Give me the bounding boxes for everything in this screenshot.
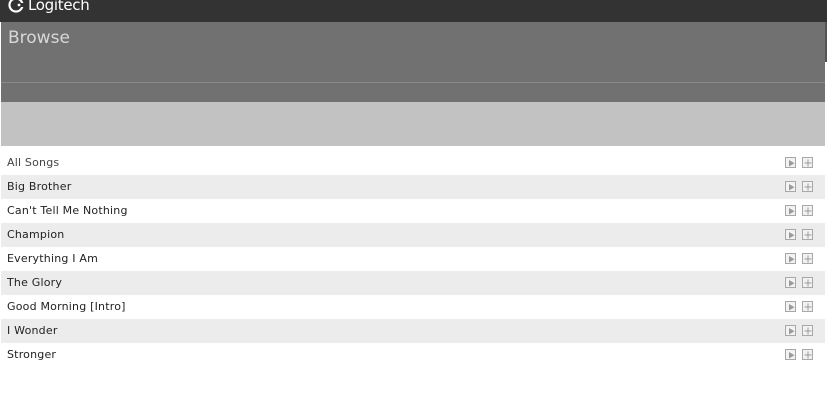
list-item[interactable]: Big Brother [1, 175, 825, 199]
song-label: Stronger [7, 348, 57, 361]
add-button[interactable] [802, 181, 813, 192]
add-button[interactable] [802, 325, 813, 336]
plus-icon [804, 159, 812, 167]
brand-name: Logitech [28, 0, 90, 14]
song-label: Champion [7, 228, 65, 241]
list-item[interactable]: All Songs [1, 151, 825, 175]
add-button[interactable] [802, 205, 813, 216]
top-bar: Logitech [0, 0, 827, 22]
song-label: All Songs [7, 156, 60, 169]
page-title: Browse [8, 28, 70, 48]
play-button[interactable] [785, 157, 796, 168]
play-button[interactable] [785, 181, 796, 192]
list-item[interactable]: Can't Tell Me Nothing [1, 199, 825, 223]
toolbar-band [1, 102, 825, 146]
plus-icon [804, 231, 812, 239]
play-icon [789, 208, 795, 215]
song-label: Everything I Am [7, 252, 99, 265]
play-button[interactable] [785, 229, 796, 240]
plus-icon [804, 279, 812, 287]
play-icon [789, 232, 795, 239]
song-label: I Wonder [7, 324, 58, 337]
plus-icon [804, 183, 812, 191]
add-button[interactable] [802, 229, 813, 240]
list-item[interactable]: Stronger [1, 343, 825, 367]
play-icon [789, 352, 795, 359]
plus-icon [804, 255, 812, 263]
plus-icon [804, 303, 812, 311]
play-icon [789, 304, 795, 311]
add-button[interactable] [802, 301, 813, 312]
play-icon [789, 256, 795, 263]
song-label: Big Brother [7, 180, 72, 193]
play-button[interactable] [785, 277, 796, 288]
play-icon [789, 184, 795, 191]
play-button[interactable] [785, 205, 796, 216]
header-divider [1, 82, 825, 83]
play-icon [789, 328, 795, 335]
plus-icon [804, 207, 812, 215]
add-button[interactable] [802, 277, 813, 288]
browse-header-panel: Browse [1, 22, 827, 102]
song-label: Can't Tell Me Nothing [7, 204, 128, 217]
add-button[interactable] [802, 349, 813, 360]
play-button[interactable] [785, 301, 796, 312]
play-icon [789, 280, 795, 287]
song-list: All Songs Big Brother Can't Tell Me Nothin… [1, 151, 825, 367]
list-item[interactable]: The Glory [1, 271, 825, 295]
plus-icon [804, 327, 812, 335]
list-item[interactable]: Everything I Am [1, 247, 825, 271]
play-button[interactable] [785, 325, 796, 336]
list-item[interactable]: Good Morning [Intro] [1, 295, 825, 319]
play-button[interactable] [785, 253, 796, 264]
add-button[interactable] [802, 253, 813, 264]
list-item[interactable]: I Wonder [1, 319, 825, 343]
list-item[interactable]: Champion [1, 223, 825, 247]
song-label: The Glory [7, 276, 63, 289]
play-icon [789, 160, 795, 167]
add-button[interactable] [802, 157, 813, 168]
logitech-logo-icon [8, 0, 24, 13]
plus-icon [804, 351, 812, 359]
play-button[interactable] [785, 349, 796, 360]
song-label: Good Morning [Intro] [7, 300, 126, 313]
logitech-logo: Logitech [8, 0, 90, 15]
